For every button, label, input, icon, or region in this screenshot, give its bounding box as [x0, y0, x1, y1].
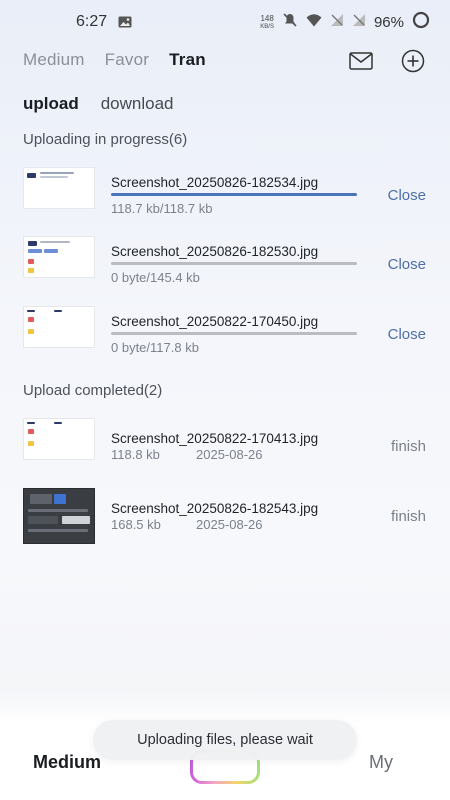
mute-icon	[282, 12, 298, 33]
battery-percent: 96%	[373, 14, 404, 31]
completed-item: Screenshot_20250822-170413.jpg 118.8 kb …	[0, 416, 450, 476]
net-speed: 148 KB/S	[260, 13, 274, 30]
status-icons: 148 KB/S 96%	[260, 11, 430, 34]
wifi-icon	[306, 13, 322, 32]
battery-ring-icon	[412, 11, 430, 34]
file-thumbnail	[23, 167, 95, 209]
finish-status: finish	[390, 508, 426, 525]
file-name: Screenshot_20250822-170450.jpg	[111, 314, 319, 329]
file-thumbnail	[23, 418, 95, 460]
mail-icon[interactable]	[349, 52, 373, 75]
signal-off-icon	[330, 13, 344, 32]
file-size: 118.7 kb/118.7 kb	[111, 201, 213, 216]
close-button[interactable]: Close	[388, 326, 426, 343]
completed-section-title: Upload completed(2)	[23, 382, 163, 399]
signal-off-icon-2	[352, 13, 366, 32]
sub-tabs: upload download	[23, 94, 196, 114]
close-button[interactable]: Close	[388, 256, 426, 273]
tab-favor[interactable]: Favor	[105, 50, 149, 74]
progress-bar	[111, 332, 357, 335]
file-size: 168.5 kb	[111, 517, 161, 532]
gallery-notification-icon	[118, 15, 132, 33]
upload-item: Screenshot_20250826-182534.jpg 118.7 kb/…	[0, 165, 450, 225]
progress-bar	[111, 262, 357, 265]
nav-medium[interactable]: Medium	[33, 752, 101, 773]
progress-bar	[111, 193, 357, 196]
top-tabs: Medium Favor Tran	[23, 50, 226, 74]
finish-status: finish	[390, 438, 426, 455]
tab-upload[interactable]: upload	[23, 94, 79, 114]
close-button[interactable]: Close	[388, 187, 426, 204]
file-date: 2025-08-26	[196, 517, 263, 532]
uploading-section-title: Uploading in progress(6)	[23, 131, 188, 148]
status-time: 6:27	[76, 13, 108, 30]
tab-download[interactable]: download	[101, 94, 174, 114]
nav-my[interactable]: My	[369, 752, 393, 773]
progress-fill	[111, 193, 357, 196]
file-thumbnail	[23, 236, 95, 278]
file-name: Screenshot_20250826-182543.jpg	[111, 501, 319, 516]
file-size: 118.8 kb	[111, 447, 160, 462]
file-size: 0 byte/117.8 kb	[111, 340, 199, 355]
upload-item: Screenshot_20250822-170450.jpg 0 byte/11…	[0, 304, 450, 364]
tab-medium[interactable]: Medium	[23, 50, 85, 74]
status-bar: 6:27 148 KB/S 96%	[0, 0, 450, 44]
toast-message: Uploading files, please wait	[93, 720, 357, 760]
file-size: 0 byte/145.4 kb	[111, 270, 200, 285]
file-name: Screenshot_20250826-182534.jpg	[111, 175, 319, 190]
file-name: Screenshot_20250822-170413.jpg	[111, 431, 319, 446]
completed-item: Screenshot_20250826-182543.jpg 168.5 kb …	[0, 486, 450, 546]
file-thumbnail	[23, 488, 95, 544]
file-date: 2025-08-26	[196, 447, 263, 462]
file-thumbnail	[23, 306, 95, 348]
top-actions	[349, 49, 425, 78]
file-name: Screenshot_20250826-182530.jpg	[111, 244, 319, 259]
tab-tran[interactable]: Tran	[169, 50, 206, 74]
upload-item: Screenshot_20250826-182530.jpg 0 byte/14…	[0, 234, 450, 294]
plus-circle-icon[interactable]	[401, 49, 425, 78]
